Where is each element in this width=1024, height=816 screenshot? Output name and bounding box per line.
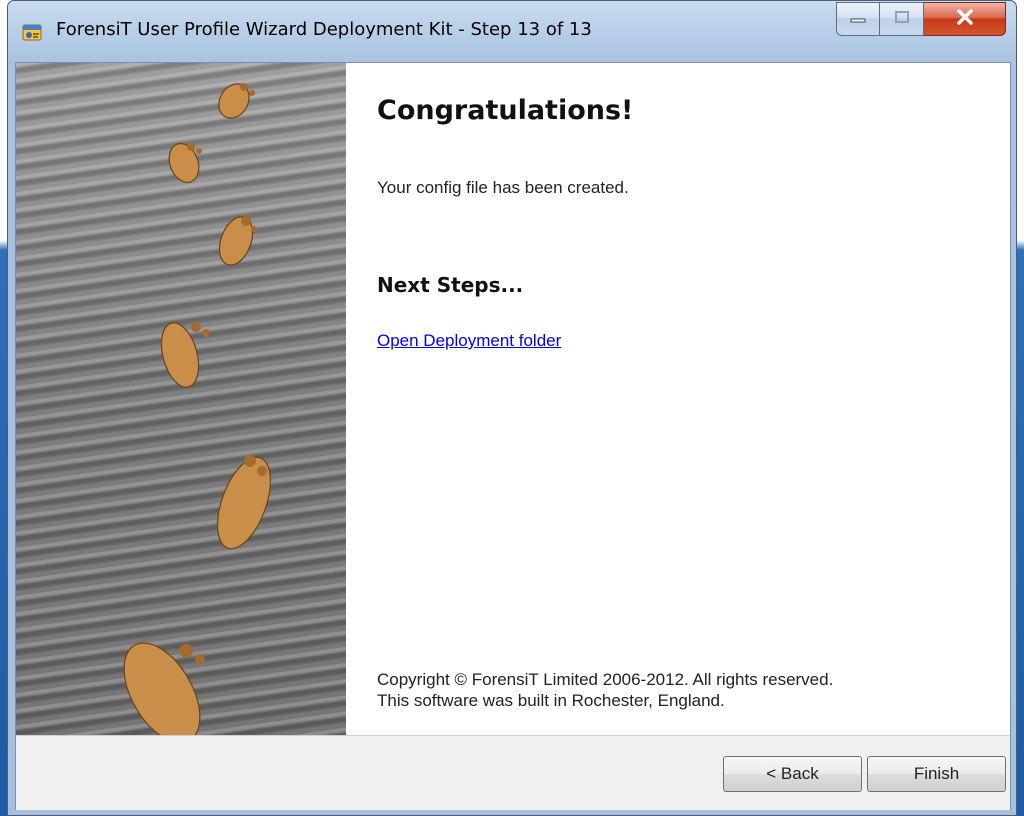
app-icon[interactable]	[21, 21, 43, 43]
built-location-line: This software was built in Rochester, En…	[377, 691, 725, 710]
desktop-background-right	[1017, 0, 1024, 816]
wizard-client-area: Congratulations! Your config file has be…	[15, 62, 1011, 810]
minimize-button[interactable]	[836, 2, 880, 36]
window-title: ForensiT User Profile Wizard Deployment …	[56, 19, 592, 40]
close-button[interactable]	[924, 2, 1006, 36]
footprints-in-sand-image	[16, 63, 346, 735]
maximize-button[interactable]	[880, 2, 924, 36]
next-steps-heading: Next Steps...	[377, 273, 524, 297]
wizard-window: ForensiT User Profile Wizard Deployment …	[7, 0, 1017, 816]
finish-button[interactable]: Finish	[867, 756, 1006, 792]
copyright-line: Copyright © ForensiT Limited 2006-2012. …	[377, 670, 834, 689]
open-deployment-folder-link[interactable]: Open Deployment folder	[377, 331, 561, 351]
maximize-icon	[894, 10, 910, 29]
back-button[interactable]: < Back	[723, 756, 862, 792]
page-heading: Congratulations!	[377, 95, 634, 126]
copyright-notice: Copyright © ForensiT Limited 2006-2012. …	[377, 669, 833, 711]
status-message: Your config file has been created.	[377, 178, 629, 197]
desktop-background-left	[0, 0, 7, 816]
close-icon	[956, 8, 974, 30]
title-bar[interactable]: ForensiT User Profile Wizard Deployment …	[8, 1, 1016, 61]
minimize-icon	[850, 10, 866, 28]
wizard-footer: < Back Finish	[16, 735, 1010, 810]
caption-buttons	[836, 2, 1006, 38]
wizard-content: Congratulations! Your config file has be…	[346, 63, 1010, 735]
